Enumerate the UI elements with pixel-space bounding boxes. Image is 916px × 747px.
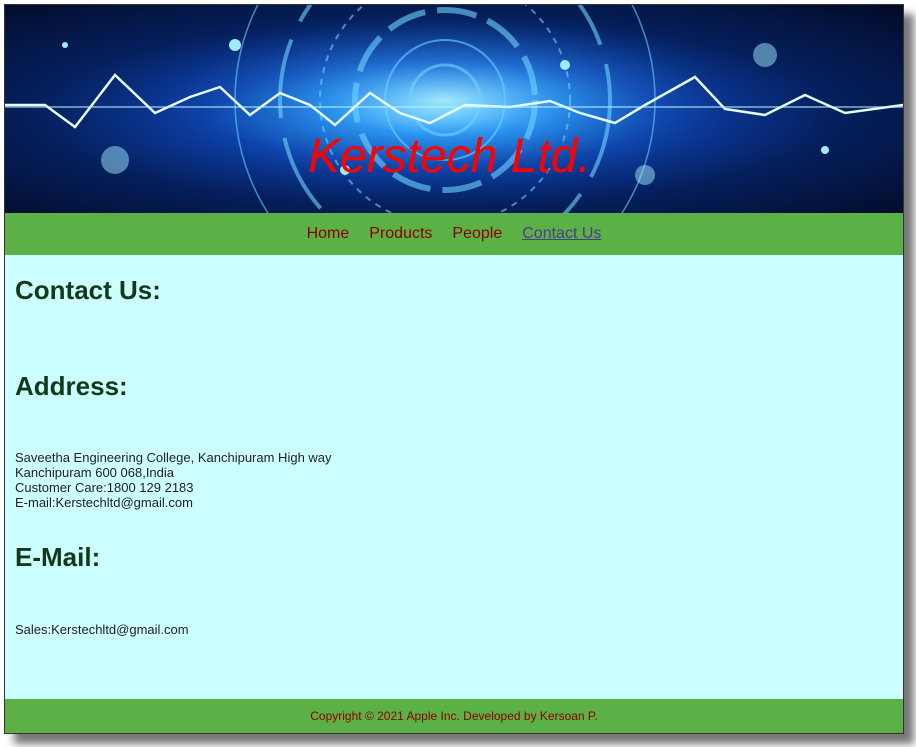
- email-contact-line: E-mail:Kerstechltd@gmail.com: [15, 495, 193, 510]
- customer-care-line: Customer Care:1800 129 2183: [15, 480, 194, 495]
- address-line: Saveetha Engineering College, Kanchipura…: [15, 450, 332, 465]
- nav-link-home[interactable]: Home: [307, 225, 350, 243]
- nav-link-contact-us[interactable]: Contact Us: [522, 225, 601, 243]
- email-heading: E-Mail:: [15, 542, 101, 572]
- nav-link-people[interactable]: People: [452, 225, 502, 243]
- copyright-text: Copyright © 2021 Apple Inc. Developed by…: [310, 709, 598, 723]
- contact-us-heading: Contact Us:: [15, 275, 161, 305]
- sales-email-line: Sales:Kerstechltd@gmail.com: [15, 622, 189, 637]
- page-footer: Copyright © 2021 Apple Inc. Developed by…: [5, 699, 903, 733]
- nav-link-products[interactable]: Products: [369, 225, 432, 243]
- page-frame: Kerstech Ltd. Home Products People Conta…: [4, 4, 904, 734]
- main-navigation: Home Products People Contact Us: [5, 213, 903, 255]
- site-title: Kerstech Ltd.: [308, 130, 591, 183]
- address-heading: Address:: [15, 371, 128, 401]
- address-line: Kanchipuram 600 068,India: [15, 465, 175, 480]
- header-banner: Kerstech Ltd.: [5, 5, 903, 213]
